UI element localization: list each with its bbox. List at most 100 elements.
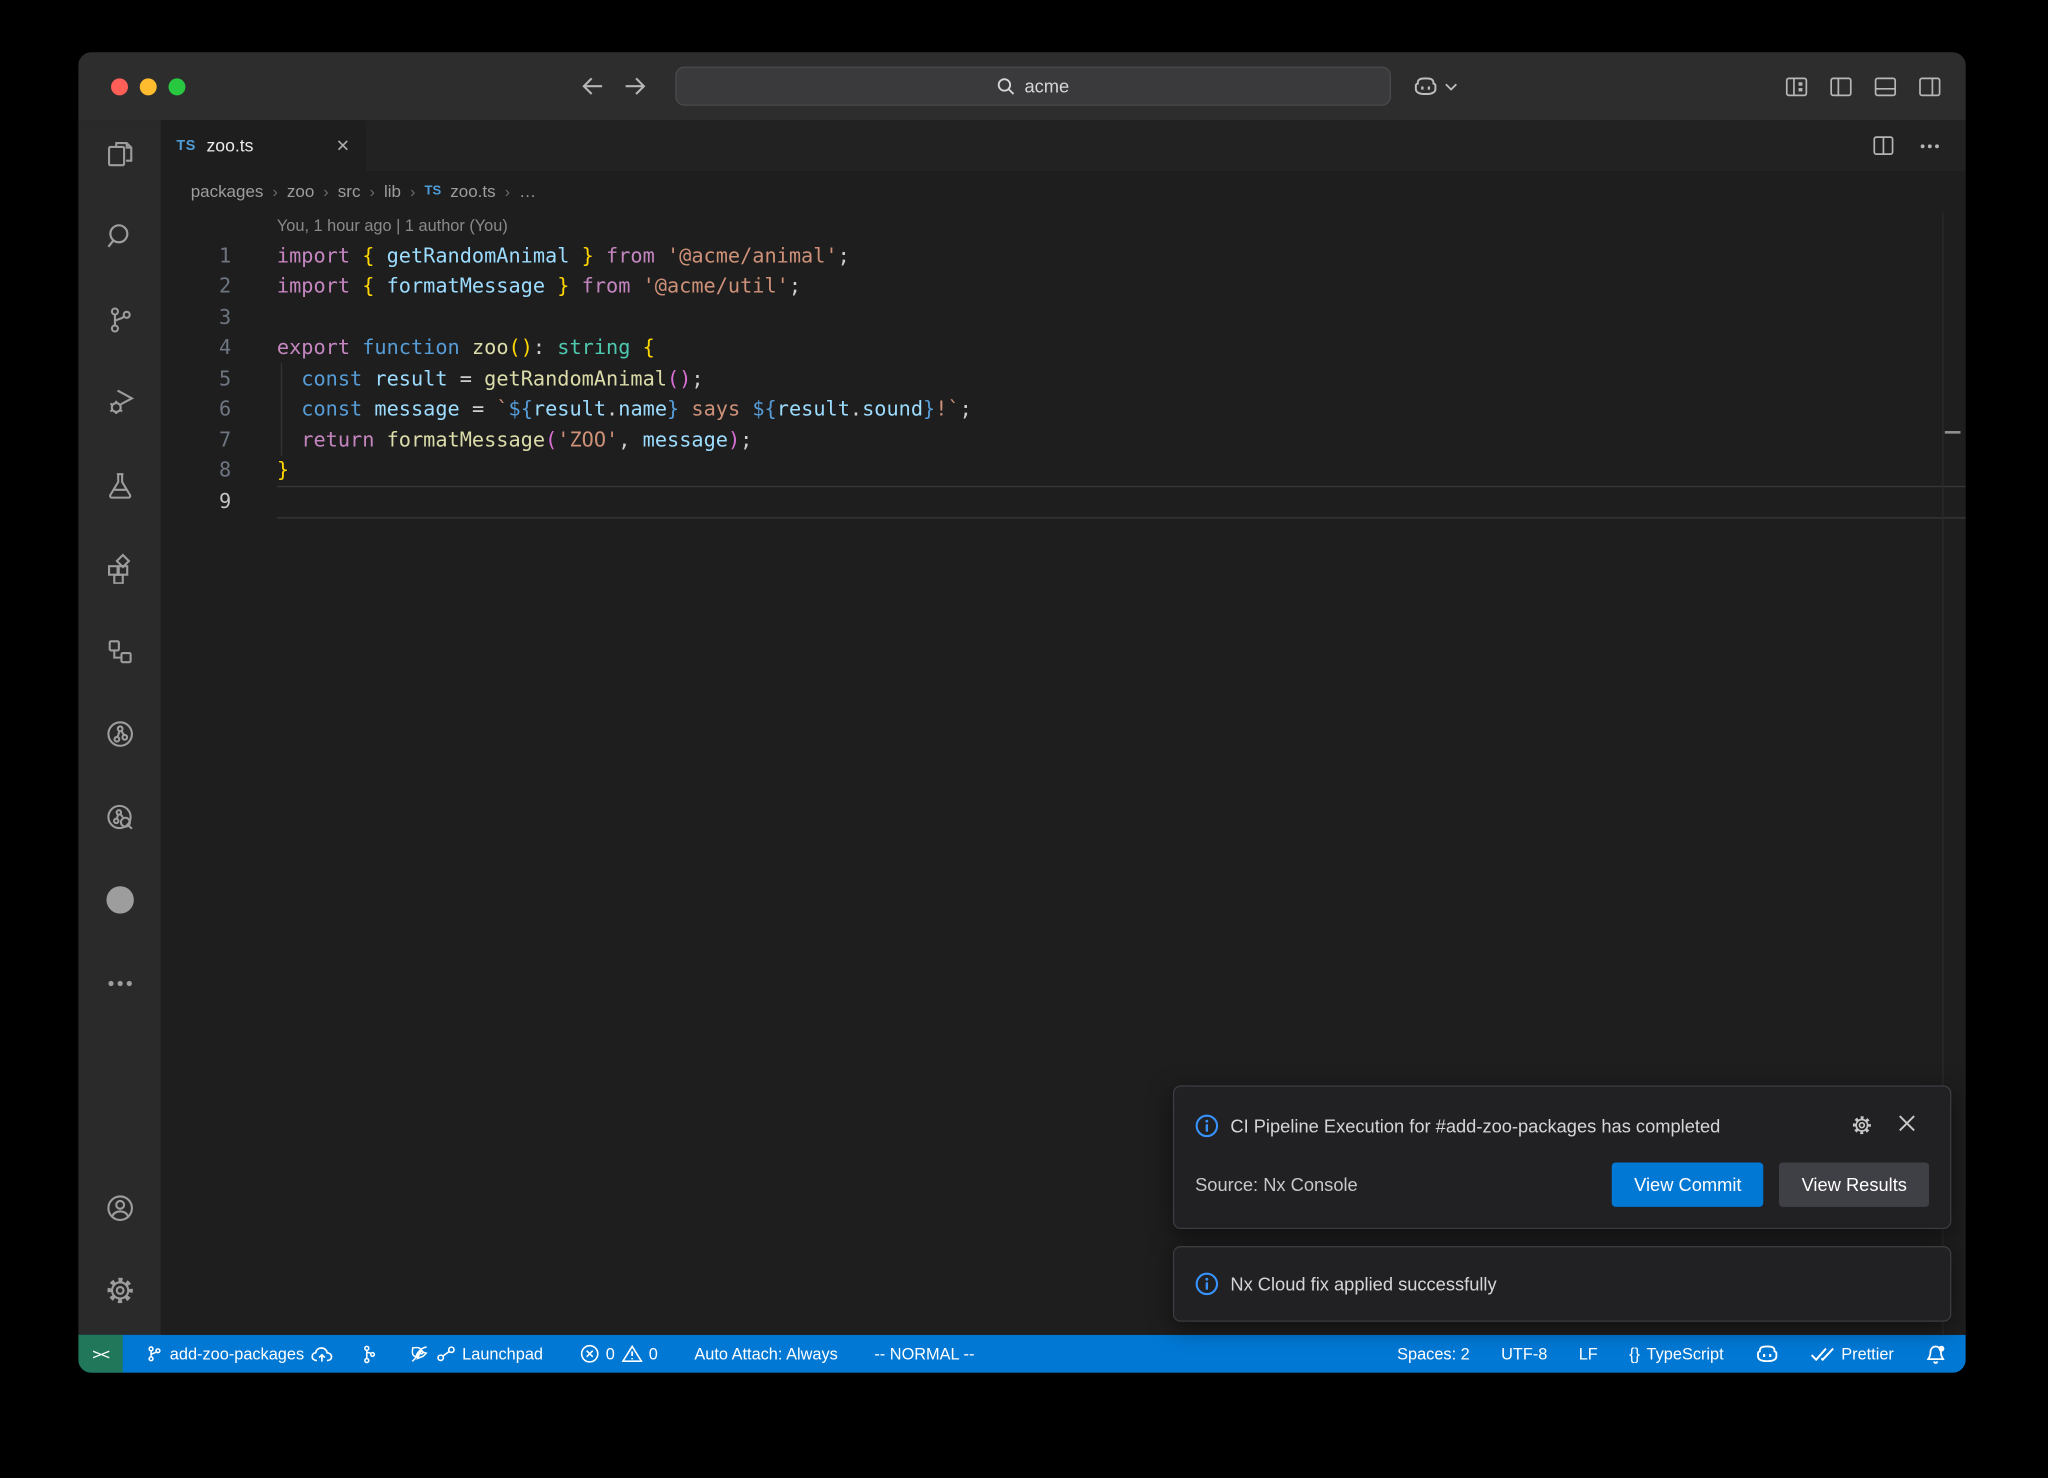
notification-close-icon[interactable] [1898, 1114, 1916, 1136]
toggle-secondary-sidebar-icon[interactable] [1919, 76, 1941, 96]
remote-indicator[interactable]: >< [78, 1335, 122, 1373]
notification-settings-gear-icon[interactable] [1851, 1114, 1873, 1136]
line-number: 3 [161, 305, 232, 329]
navigate-forward-icon[interactable] [624, 77, 646, 95]
warning-count: 0 [649, 1345, 658, 1363]
eol-label: LF [1579, 1345, 1598, 1363]
prettier-label: Prettier [1841, 1345, 1894, 1363]
vim-mode-status[interactable]: -- NORMAL -- [865, 1335, 983, 1373]
extensions-icon[interactable] [78, 527, 160, 610]
code-line[interactable]: 5 const result = getRandomAnimal(); [161, 363, 1966, 394]
code-line[interactable]: 6 const message = `${result.name} says $… [161, 394, 1966, 425]
code-line[interactable]: 2 import { formatMessage } from '@acme/ut… [161, 271, 1966, 302]
publish-cloud-icon [311, 1345, 333, 1363]
line-content: } [277, 459, 289, 483]
nx-console-icon[interactable] [78, 693, 160, 776]
source-control-icon[interactable] [78, 278, 160, 361]
view-commit-button[interactable]: View Commit [1612, 1162, 1764, 1206]
overview-ruler-cursor-marker [1945, 431, 1961, 434]
breadcrumb-item[interactable]: zoo [287, 182, 314, 202]
prettier-status[interactable]: Prettier [1801, 1335, 1903, 1373]
indentation-status[interactable]: Spaces: 2 [1388, 1335, 1479, 1373]
copilot-menu[interactable] [1413, 52, 1457, 120]
toggle-primary-sidebar-icon[interactable] [1830, 76, 1852, 96]
breadcrumb: packages › zoo › src › lib › TS zoo.ts ›… [161, 171, 1966, 211]
branch-name: add-zoo-packages [170, 1345, 304, 1363]
line-number: 7 [161, 428, 232, 452]
testing-icon[interactable] [78, 444, 160, 527]
split-editor-icon[interactable] [1873, 136, 1894, 156]
settings-gear-icon[interactable] [78, 1249, 160, 1332]
navigate-back-icon[interactable] [581, 77, 603, 95]
tab-zoo-ts[interactable]: TS zoo.ts ✕ [161, 120, 366, 171]
breadcrumb-item[interactable]: src [338, 182, 361, 202]
source-control-graph-status[interactable] [350, 1335, 387, 1373]
command-center-search[interactable]: acme [675, 67, 1391, 106]
line-content: import { formatMessage } from '@acme/uti… [277, 275, 801, 299]
code-line[interactable]: 4export function zoo(): string { [161, 332, 1966, 363]
zoom-window-button[interactable] [168, 78, 185, 95]
indent-guide [281, 363, 282, 456]
vscode-window: acme [78, 52, 1965, 1372]
code-line[interactable]: 1import { getRandomAnimal } from '@acme/… [161, 240, 1966, 271]
breadcrumb-item[interactable]: zoo.ts [450, 182, 495, 202]
notification-nx-cloud-fix[interactable]: Nx Cloud fix applied successfully [1173, 1246, 1951, 1322]
problems-status[interactable]: 0 0 [570, 1335, 667, 1373]
breadcrumb-separator: › [505, 182, 510, 200]
search-icon [997, 77, 1015, 95]
breadcrumb-item[interactable]: lib [384, 182, 401, 202]
traffic-lights [111, 78, 185, 95]
error-count: 0 [606, 1345, 615, 1363]
info-icon [1195, 1114, 1219, 1145]
eol-status[interactable]: LF [1570, 1335, 1607, 1373]
explorer-icon[interactable] [78, 112, 160, 195]
screen: acme [0, 0, 2048, 1478]
git-blame-annotation: You, 1 hour ago | 1 author (You) [277, 217, 508, 235]
language-mode-status[interactable]: {} TypeScript [1620, 1335, 1733, 1373]
git-branch-status[interactable]: add-zoo-packages [136, 1335, 342, 1373]
notifications-bell[interactable] [1916, 1335, 1955, 1373]
nx-cloud-search-icon[interactable] [78, 776, 160, 859]
notification-message: Nx Cloud fix applied successfully [1230, 1273, 1496, 1294]
line-number: 2 [161, 275, 232, 299]
chevron-down-icon [1445, 82, 1458, 91]
code-line[interactable]: 7 return formatMessage('ZOO', message); [161, 424, 1966, 455]
more-views-icon[interactable] [78, 942, 160, 1025]
code-line[interactable]: 9 [161, 486, 1966, 517]
close-window-button[interactable] [111, 78, 128, 95]
minimize-window-button[interactable] [140, 78, 157, 95]
status-bar: >< add-zoo-packages [78, 1335, 1965, 1373]
toggle-panel-icon[interactable] [1874, 76, 1896, 96]
breadcrumb-separator: › [410, 182, 415, 200]
breadcrumb-item[interactable]: packages [191, 182, 264, 202]
more-actions-icon[interactable] [1920, 143, 1940, 148]
project-structure-icon[interactable] [78, 610, 160, 693]
copilot-icon [1755, 1344, 1779, 1364]
warning-icon [621, 1344, 642, 1364]
run-and-debug-icon[interactable] [78, 361, 160, 444]
line-number: 9 [161, 489, 232, 513]
code-line[interactable]: 8} [161, 455, 1966, 486]
encoding-label: UTF-8 [1501, 1345, 1547, 1363]
tab-bar: TS zoo.ts ✕ [161, 120, 1966, 171]
line-number: 5 [161, 367, 232, 391]
launchpad-status[interactable]: Launchpad [399, 1335, 552, 1373]
link-icon [436, 1345, 456, 1362]
auto-attach-status[interactable]: Auto Attach: Always [685, 1335, 847, 1373]
line-content: export function zoo(): string { [277, 336, 655, 360]
copilot-status[interactable] [1746, 1335, 1788, 1373]
edge-tools-icon[interactable] [78, 859, 160, 942]
breadcrumb-item[interactable]: … [519, 182, 536, 202]
auto-attach-label: Auto Attach: Always [694, 1345, 837, 1363]
line-number: 8 [161, 459, 232, 483]
encoding-status[interactable]: UTF-8 [1492, 1335, 1557, 1373]
view-results-button[interactable]: View Results [1779, 1162, 1929, 1206]
customize-layout-icon[interactable] [1785, 76, 1807, 96]
tab-close-icon[interactable]: ✕ [336, 135, 350, 156]
accounts-icon[interactable] [78, 1166, 160, 1249]
code-line[interactable]: 3 [161, 302, 1966, 333]
error-icon [580, 1344, 600, 1364]
notification-ci-pipeline[interactable]: CI Pipeline Execution for #add-zoo-packa… [1173, 1085, 1951, 1229]
search-icon[interactable] [78, 195, 160, 278]
current-line-border [277, 517, 1966, 518]
